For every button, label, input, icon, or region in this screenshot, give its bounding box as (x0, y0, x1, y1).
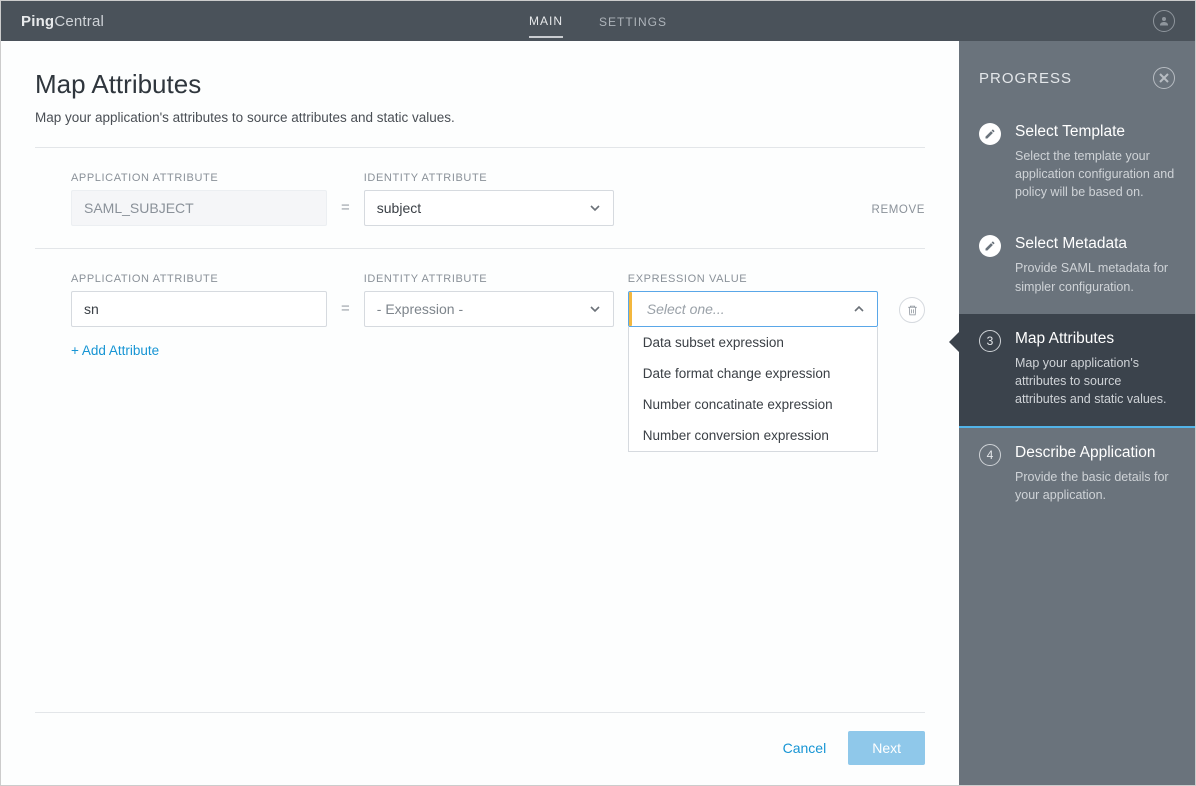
label-expr-value: EXPRESSION VALUE (628, 273, 878, 285)
identity-attr-value-2: - Expression - (377, 301, 463, 317)
top-nav: MAIN SETTINGS (529, 1, 667, 41)
user-menu-icon[interactable] (1153, 10, 1175, 32)
pencil-icon (979, 123, 1001, 145)
app-attr-input-1: SAML_SUBJECT (71, 190, 327, 226)
footer-actions: Cancel Next (35, 712, 925, 765)
cancel-button[interactable]: Cancel (783, 740, 827, 756)
step-title: Map Attributes (1015, 330, 1175, 348)
dropdown-option[interactable]: Number conversion expression (629, 420, 877, 451)
step-title: Select Metadata (1015, 235, 1175, 253)
main-panel: Map Attributes Map your application's at… (1, 41, 959, 785)
step-describe-application[interactable]: 4 Describe Application Provide the basic… (959, 428, 1195, 522)
brand-logo: PingCentral (21, 13, 104, 30)
progress-sidebar: PROGRESS Select Template Select the temp… (959, 41, 1195, 785)
combo-accent (629, 292, 632, 326)
dropdown-option[interactable]: Date format change expression (629, 358, 877, 389)
expression-placeholder: Select one... (641, 301, 725, 317)
add-attribute-link[interactable]: + Add Attribute (35, 343, 159, 358)
label-app-attr-2: APPLICATION ATTRIBUTE (71, 273, 327, 285)
app-window: PingCentral MAIN SETTINGS Map Attributes… (0, 0, 1196, 786)
expression-dropdown: Data subset expression Date format chang… (628, 327, 878, 452)
dropdown-option[interactable]: Data subset expression (629, 327, 877, 358)
dropdown-option[interactable]: Number concatinate expression (629, 389, 877, 420)
chevron-down-icon (589, 202, 601, 214)
brand-bold: Ping (21, 13, 54, 30)
step-title: Select Template (1015, 123, 1175, 141)
label-identity-attr-2: IDENTITY ATTRIBUTE (364, 273, 614, 285)
label-identity-attr-1: IDENTITY ATTRIBUTE (364, 172, 614, 184)
step-number-icon: 3 (979, 330, 1001, 352)
app-attr-input-2[interactable] (71, 291, 327, 327)
step-desc: Provide the basic details for your appli… (1015, 468, 1175, 504)
sidebar-title: PROGRESS (979, 70, 1072, 87)
remove-header: REMOVE (872, 204, 925, 216)
remove-row-button[interactable] (899, 297, 925, 323)
brand-light: Central (54, 13, 104, 30)
chevron-down-icon (589, 303, 601, 315)
nav-settings[interactable]: SETTINGS (599, 5, 667, 37)
nav-main[interactable]: MAIN (529, 4, 563, 38)
step-select-template[interactable]: Select Template Select the template your… (959, 107, 1195, 219)
identity-attr-select-1[interactable]: subject (364, 190, 614, 226)
equals-1: = (341, 199, 350, 226)
attribute-row-2: APPLICATION ATTRIBUTE = IDENTITY ATTRIBU… (35, 249, 925, 358)
expression-value-select[interactable]: Select one... (628, 291, 878, 327)
identity-attr-value-1: subject (377, 200, 421, 216)
step-desc: Select the template your application con… (1015, 147, 1175, 201)
step-title: Describe Application (1015, 444, 1175, 462)
close-sidebar-button[interactable] (1153, 67, 1175, 89)
page-title: Map Attributes (35, 69, 925, 100)
step-select-metadata[interactable]: Select Metadata Provide SAML metadata fo… (959, 219, 1195, 313)
identity-attr-select-2[interactable]: - Expression - (364, 291, 614, 327)
step-number-icon: 4 (979, 444, 1001, 466)
step-desc: Provide SAML metadata for simpler config… (1015, 259, 1175, 295)
pencil-icon (979, 235, 1001, 257)
equals-2: = (341, 300, 350, 327)
page-description: Map your application's attributes to sou… (35, 110, 925, 125)
next-button[interactable]: Next (848, 731, 925, 765)
topbar: PingCentral MAIN SETTINGS (1, 1, 1195, 41)
body: Map Attributes Map your application's at… (1, 41, 1195, 785)
attribute-row-1: APPLICATION ATTRIBUTE SAML_SUBJECT = IDE… (35, 148, 925, 248)
expression-combo-wrap: Select one... Data subset expression Dat… (628, 291, 878, 327)
step-desc: Map your application's attributes to sou… (1015, 354, 1175, 408)
label-app-attr-1: APPLICATION ATTRIBUTE (71, 172, 327, 184)
step-map-attributes[interactable]: 3 Map Attributes Map your application's … (959, 314, 1195, 428)
chevron-up-icon (853, 303, 865, 315)
